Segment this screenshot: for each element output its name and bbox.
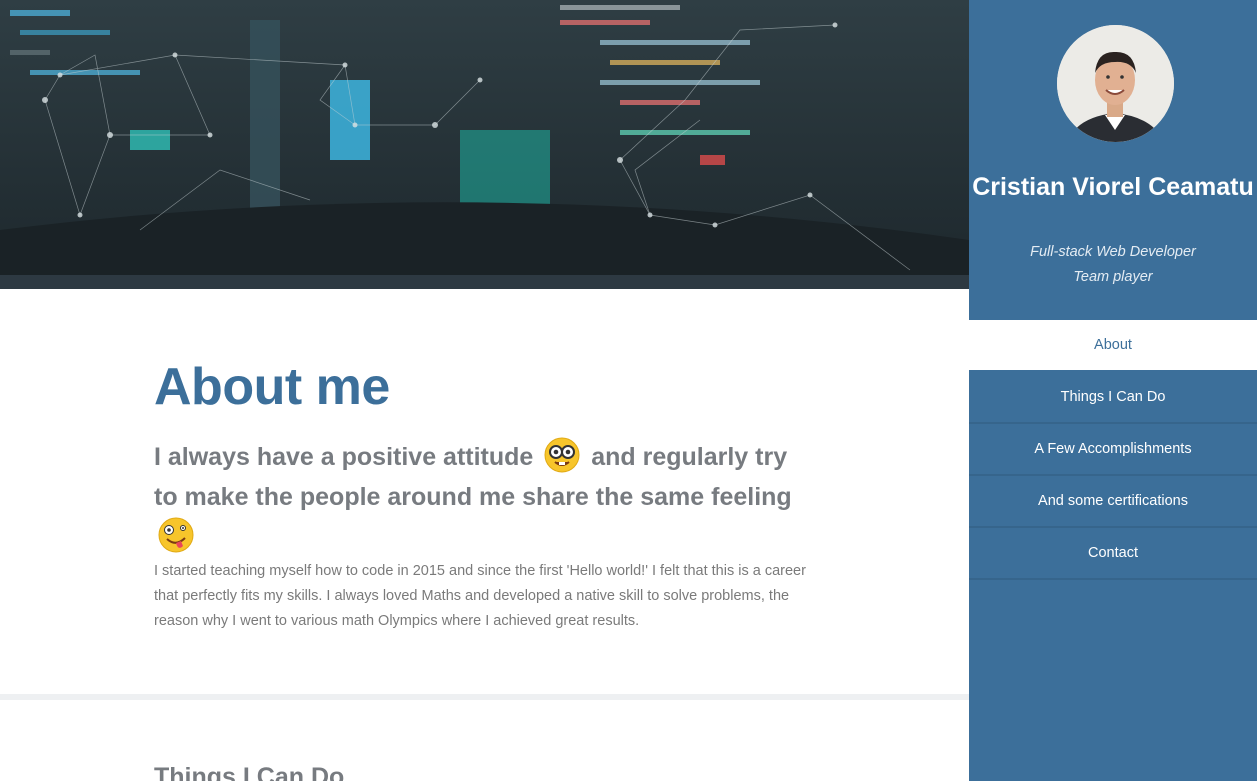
about-title: About me — [154, 358, 390, 416]
nav-item-certifications[interactable]: And some certifications — [969, 476, 1257, 528]
profile-name: Cristian Viorel Ceamatu — [972, 173, 1254, 201]
hero-banner-image — [0, 0, 969, 289]
nav-item-accomplishments[interactable]: A Few Accomplishments — [969, 424, 1257, 476]
things-i-can-do-heading: Things I Can Do — [154, 763, 345, 781]
profile-trait: Team player — [1073, 269, 1153, 285]
section-divider — [0, 694, 969, 700]
profile-subtitle: Full-stack Web Developer Team player — [969, 240, 1257, 290]
about-tagline: I always have a positive attitude and re… — [154, 437, 814, 557]
avatar — [1057, 25, 1174, 142]
sidebar-nav: About Things I Can Do A Few Accomplishme… — [969, 320, 1257, 580]
nav-item-things-i-can-do[interactable]: Things I Can Do — [969, 372, 1257, 424]
nav-item-contact[interactable]: Contact — [969, 528, 1257, 580]
zany-face-icon — [158, 517, 194, 553]
hero-illustration — [0, 0, 969, 289]
sidebar: Cristian Viorel Ceamatu Full-stack Web D… — [969, 0, 1257, 781]
nerd-face-icon — [544, 437, 580, 473]
profile-role: Full-stack Web Developer — [1030, 244, 1196, 260]
about-bio: I started teaching myself how to code in… — [154, 563, 806, 629]
main-content: About me I always have a positive attitu… — [0, 289, 969, 781]
tagline-text-1: I always have a positive attitude — [154, 443, 534, 471]
nav-item-about[interactable]: About — [969, 320, 1257, 372]
